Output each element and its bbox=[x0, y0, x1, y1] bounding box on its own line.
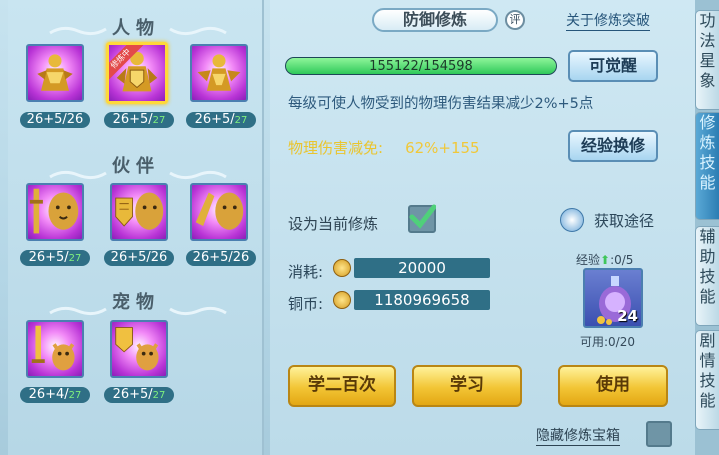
golden-beast-sword-icon bbox=[29, 188, 79, 234]
section-title-characters: 人物 bbox=[112, 18, 160, 39]
pet-slot-defense[interactable] bbox=[110, 320, 168, 378]
pet-slot-attack[interactable] bbox=[26, 320, 84, 378]
golden-warrior-icon bbox=[37, 54, 73, 91]
cultivation-item-slot[interactable]: 24 bbox=[583, 268, 643, 328]
cultivation-title: 防御修炼 bbox=[372, 8, 498, 32]
slot-level: 26+5/27 bbox=[20, 250, 90, 266]
partner-slot-magic[interactable] bbox=[190, 183, 248, 241]
character-slot-defense[interactable]: 修炼中 bbox=[106, 42, 168, 104]
pet-sword-icon bbox=[31, 325, 75, 371]
tab-1[interactable]: 修炼技能 bbox=[695, 112, 719, 220]
slot-level: 26+5/27 bbox=[186, 112, 256, 128]
exp-exchange-button[interactable]: 经验换修 bbox=[568, 130, 658, 162]
awaken-button[interactable]: 可觉醒 bbox=[568, 50, 658, 82]
section-title-pets: 宠物 bbox=[112, 292, 160, 313]
slot-level: 26+5/26 bbox=[104, 250, 174, 266]
golden-mage-icon bbox=[197, 54, 241, 91]
progress-text: 155122/154598 bbox=[369, 59, 473, 74]
tab-0[interactable]: 功法星象 bbox=[695, 10, 719, 110]
character-slot-magic[interactable] bbox=[190, 44, 248, 102]
copper-label: 铜币: bbox=[288, 295, 324, 313]
acquire-label: 获取途径 bbox=[594, 212, 655, 230]
checkmark-icon bbox=[409, 204, 436, 229]
golden-beast-claw-icon bbox=[195, 192, 244, 230]
partner-slot-attack[interactable] bbox=[26, 183, 84, 241]
side-tab-bar: 功法星象 修炼技能 辅助技能 剧情技能 bbox=[695, 0, 719, 455]
cost-value: 20000 bbox=[354, 258, 490, 278]
partner-slot-defense[interactable] bbox=[110, 183, 168, 241]
set-current-label: 设为当前修炼 bbox=[288, 215, 379, 233]
acquire-path-link[interactable]: 获取途径 bbox=[560, 208, 680, 232]
exp-counter: 经验⬆:0/5 bbox=[576, 253, 634, 267]
use-button[interactable]: 使用 bbox=[558, 365, 668, 407]
hide-chest-label: 隐藏修炼宝箱 bbox=[536, 425, 620, 446]
slot-level: 26+5/26 bbox=[186, 250, 256, 266]
tab-3[interactable]: 剧情技能 bbox=[695, 330, 719, 430]
slot-level: 26+4/27 bbox=[20, 387, 90, 403]
breakthrough-info-link[interactable]: 关于修炼突破 bbox=[566, 10, 650, 31]
cost-label: 消耗: bbox=[288, 263, 324, 281]
pet-shield-icon bbox=[115, 327, 159, 371]
section-title-partners: 伙伴 bbox=[112, 156, 160, 177]
available-count: 可用:0/20 bbox=[580, 335, 635, 349]
reduction-label: 物理伤害减免: bbox=[288, 139, 384, 157]
effect-description: 每级可使人物受到的物理伤害结果减少2%+5点 bbox=[288, 96, 594, 112]
copper-value: 1180969658 bbox=[354, 290, 490, 310]
reduction-value: 62%+155 bbox=[405, 139, 480, 157]
learn-button[interactable]: 学习 bbox=[412, 365, 522, 407]
item-count: 24 bbox=[617, 307, 638, 325]
damage-reduction: 物理伤害减免: 62%+155 bbox=[288, 137, 480, 158]
coin-icon bbox=[333, 291, 351, 309]
experience-progress-bar: 155122/154598 bbox=[285, 57, 557, 75]
slot-level: 26+5/27 bbox=[104, 112, 174, 128]
coin-icon bbox=[333, 259, 351, 277]
tab-2[interactable]: 辅助技能 bbox=[695, 226, 719, 326]
learn-200-button[interactable]: 学二百次 bbox=[288, 365, 396, 407]
slot-level: 26+5/26 bbox=[20, 112, 90, 128]
rating-icon[interactable]: 评 bbox=[505, 10, 525, 30]
diamond-icon bbox=[560, 208, 584, 232]
hide-chest-checkbox[interactable] bbox=[646, 421, 672, 447]
golden-beast-shield-icon bbox=[115, 192, 164, 230]
slot-level: 26+5/27 bbox=[104, 387, 174, 403]
set-current-checkbox[interactable] bbox=[408, 204, 436, 233]
character-slot-attack[interactable] bbox=[26, 44, 84, 102]
